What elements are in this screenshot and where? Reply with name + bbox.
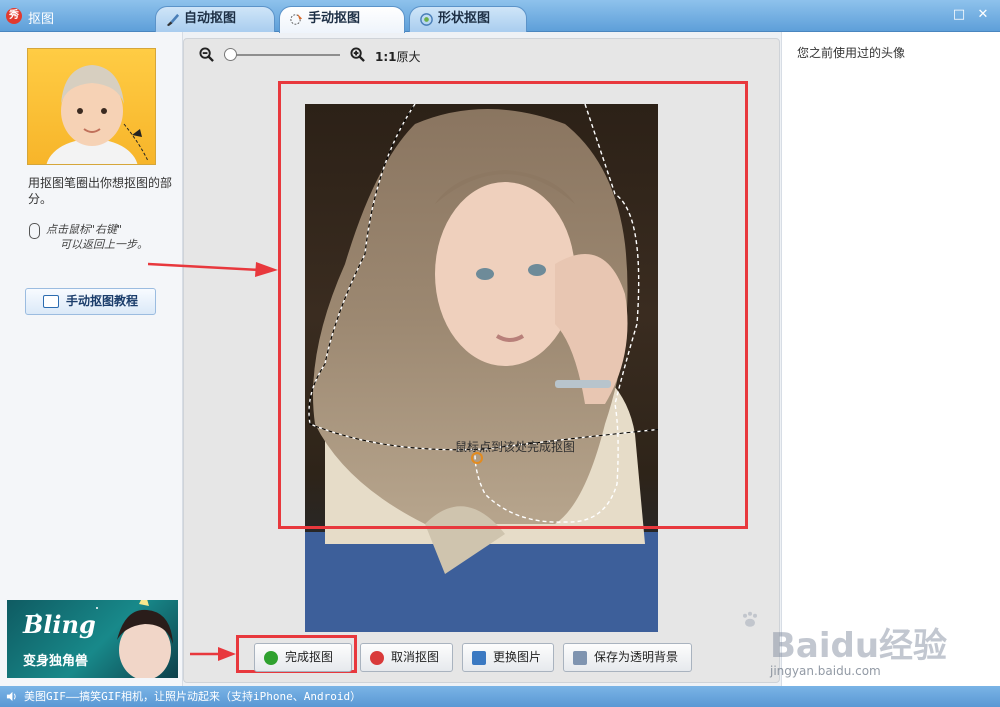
status-bar[interactable]: 美图GIF——搞笑GIF相机，让照片动起来（支持iPhone、Android） [0, 686, 1000, 707]
right-click-hint: 点击鼠标"右键" 可以返回上一步。 [30, 222, 180, 252]
speaker-icon [6, 691, 16, 702]
tutorial-button-label: 手动抠图教程 [66, 294, 139, 308]
arrow-to-canvas-icon [148, 262, 278, 277]
brush-icon [166, 13, 180, 27]
pen-cutout-icon [290, 13, 303, 25]
app-logo-icon: 秀 [6, 8, 22, 24]
ad-title: Bling [23, 610, 96, 639]
finish-cutout-button[interactable]: 完成抠图 [254, 643, 352, 672]
save-icon [573, 651, 587, 665]
tab-shape-cutout[interactable]: 形状抠图 [409, 6, 527, 32]
book-icon [43, 295, 59, 308]
window-title: 抠图 [28, 12, 55, 27]
replace-image-button[interactable]: 更换图片 [462, 643, 554, 672]
title-bar: 秀 抠图 自动抠图 手动抠图 形状抠图 □ ✕ [0, 0, 1000, 33]
right-click-hint-line1: 点击鼠标"右键" [46, 223, 123, 236]
cancel-icon [370, 651, 384, 665]
right-click-hint-line2: 可以返回上一步。 [60, 238, 148, 251]
tab-label: 形状抠图 [438, 11, 491, 26]
status-text: 美图GIF——搞笑GIF相机，让照片动起来（支持iPhone、Android） [24, 690, 362, 703]
zoom-in-icon[interactable] [350, 47, 365, 62]
watermark-url: jingyan.baidu.com [770, 664, 881, 678]
history-avatars-title: 您之前使用过的头像 [797, 46, 906, 60]
tab-label: 自动抠图 [184, 11, 237, 26]
close-button[interactable]: ✕ [976, 8, 990, 22]
cancel-cutout-button[interactable]: 取消抠图 [360, 643, 453, 672]
ad-banner[interactable]: Bling 变身独角兽 [7, 600, 178, 678]
zoom-slider-handle[interactable] [223, 48, 237, 61]
tab-auto-cutout[interactable]: 自动抠图 [155, 6, 275, 32]
ad-subtitle: 变身独角兽 [23, 654, 89, 669]
highlight-selection-box [278, 81, 748, 529]
right-panel: 您之前使用过的头像 [781, 32, 1000, 686]
instruction-text: 用抠图笔圈出你想抠图的部分。 [28, 176, 173, 206]
zoom-label: 原大 [396, 50, 421, 64]
arrow-to-finish-icon [190, 647, 236, 661]
zoom-out-icon[interactable] [199, 47, 214, 62]
zoom-ratio: 1:1 [375, 50, 397, 64]
tutorial-button[interactable]: 手动抠图教程 [25, 288, 156, 315]
zoom-slider-track[interactable] [224, 54, 340, 56]
save-transparent-button[interactable]: 保存为透明背景 [563, 643, 692, 672]
image-icon [472, 651, 486, 665]
tab-manual-cutout[interactable]: 手动抠图 [279, 6, 405, 33]
check-icon [264, 651, 278, 665]
zoom-ratio-label[interactable]: 1:1原大 [375, 48, 421, 65]
tab-label: 手动抠图 [308, 11, 361, 26]
example-thumbnail [27, 48, 156, 165]
watermark-brand: Baidu经验 [770, 626, 948, 666]
finish-cutout-label: 完成抠图 [285, 650, 334, 664]
replace-image-label: 更换图片 [493, 650, 542, 664]
shape-icon [420, 13, 433, 26]
save-transparent-label: 保存为透明背景 [594, 650, 679, 664]
cancel-cutout-label: 取消抠图 [391, 650, 440, 664]
left-panel: 用抠图笔圈出你想抠图的部分。 点击鼠标"右键" 可以返回上一步。 手动抠图教程 … [0, 32, 183, 686]
maximize-button[interactable]: □ [952, 8, 966, 22]
